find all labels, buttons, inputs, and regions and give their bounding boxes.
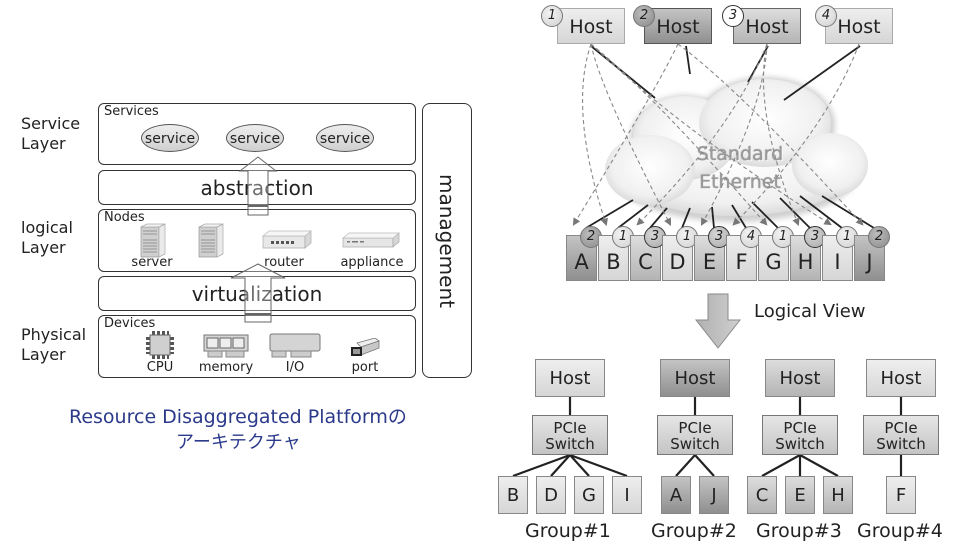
pcie-switch: PCIe Switch — [762, 415, 838, 455]
group-label: Group#3 — [756, 520, 842, 542]
group-device-a: A — [661, 476, 691, 514]
switch-device-link — [675, 454, 696, 477]
group-label: Group#2 — [651, 520, 737, 542]
group-tree-lines — [512, 397, 903, 478]
group-device-i: I — [612, 476, 642, 514]
group-device-g: G — [574, 476, 604, 514]
group-device-j: J — [699, 476, 729, 514]
group-label: Group#4 — [857, 520, 943, 542]
switch-device-link — [799, 454, 839, 477]
group-device-e: E — [785, 476, 815, 514]
group-device-h: H — [823, 476, 853, 514]
group-host: Host — [535, 359, 605, 397]
group-device-c: C — [747, 476, 777, 514]
group-host: Host — [660, 359, 730, 397]
group-host: Host — [866, 359, 936, 397]
pcie-switch: PCIe Switch — [863, 415, 939, 455]
pcie-switch: PCIe Switch — [532, 415, 608, 455]
group-host: Host — [765, 359, 835, 397]
group-device-b: B — [498, 476, 528, 514]
switch-device-link — [694, 454, 715, 477]
switch-device-link — [761, 454, 801, 477]
pcie-switch: PCIe Switch — [657, 415, 733, 455]
group-device-d: D — [536, 476, 566, 514]
group-label: Group#1 — [525, 520, 611, 542]
group-device-f: F — [886, 476, 916, 514]
